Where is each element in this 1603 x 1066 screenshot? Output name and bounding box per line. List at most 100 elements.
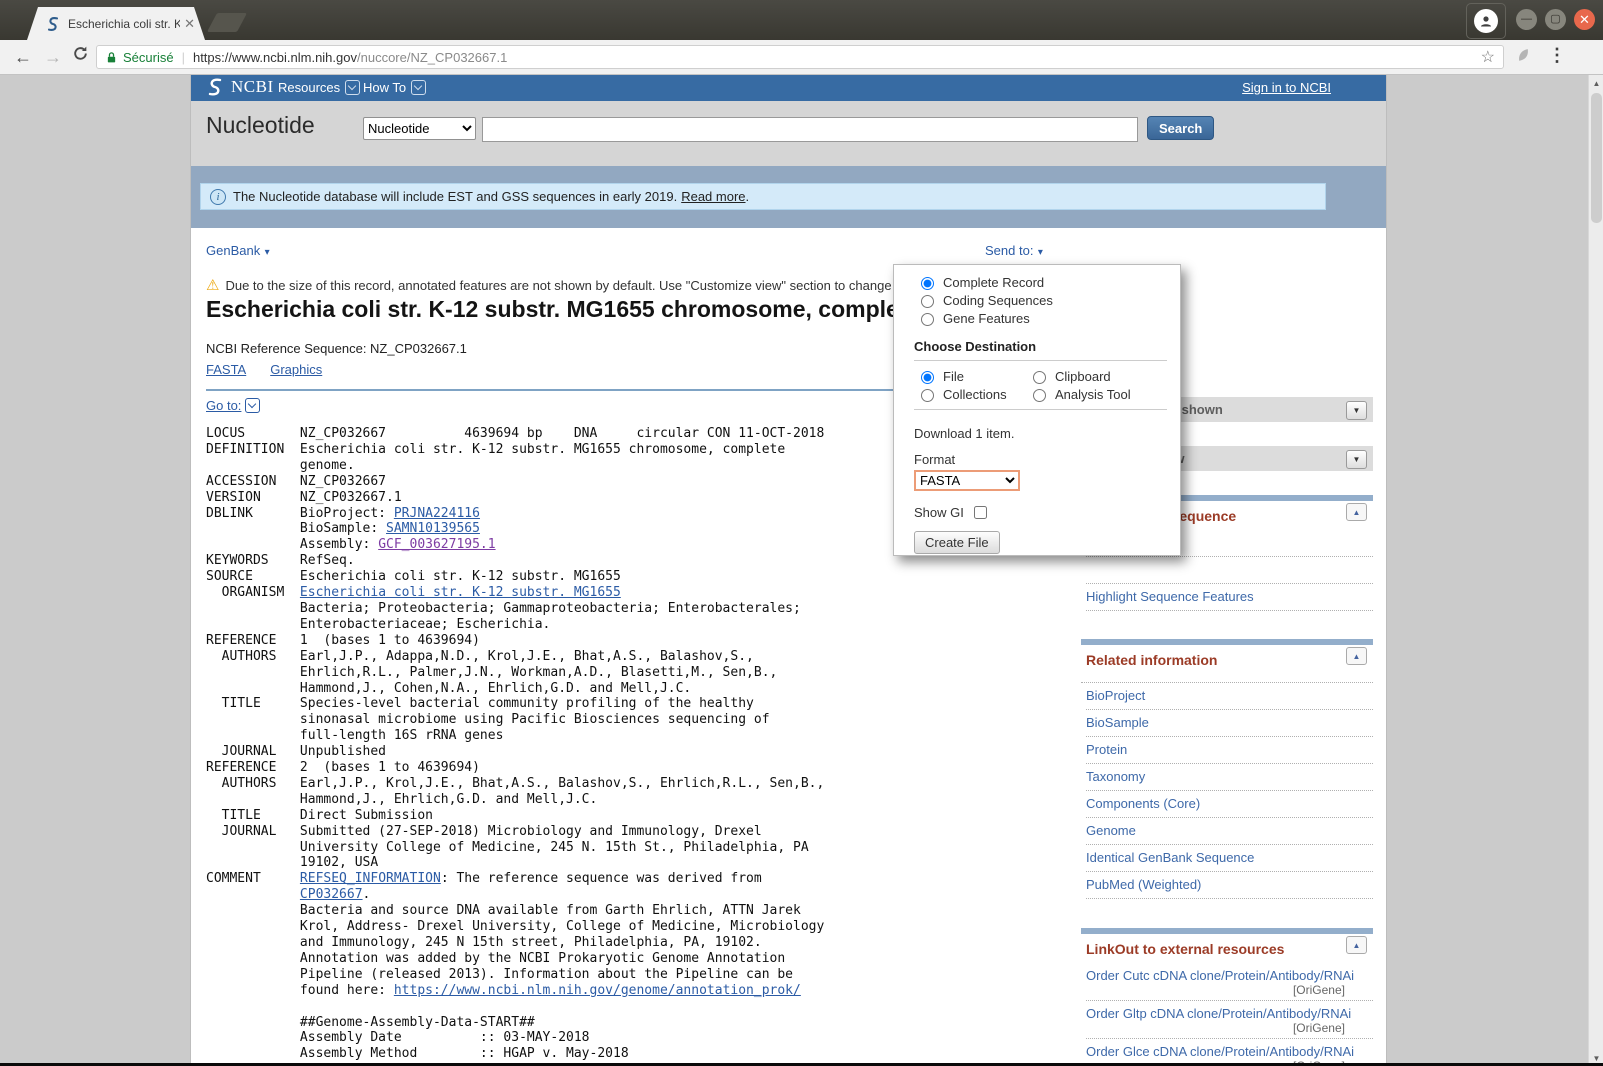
show-gi-checkbox[interactable] xyxy=(973,506,987,519)
choose-destination-heading: Choose Destination xyxy=(914,339,1037,354)
record-link[interactable]: Escherichia coli str. K-12 substr. MG165… xyxy=(300,585,621,600)
banner-period: . xyxy=(745,189,750,204)
linkout-item: Order Glce cDNA clone/Protein/Antibody/R… xyxy=(1086,1039,1373,1066)
radio-option-collections[interactable]: Collections xyxy=(916,385,1028,403)
radio-input[interactable] xyxy=(921,371,934,384)
extension-icon[interactable] xyxy=(1515,46,1532,70)
related-link[interactable]: Identical GenBank Sequence xyxy=(1086,850,1254,865)
related-link[interactable]: PubMed (Weighted) xyxy=(1086,877,1201,892)
radio-option-gene-features[interactable]: Gene Features xyxy=(916,309,1167,327)
related-link[interactable]: Taxonomy xyxy=(1086,769,1145,784)
radio-input[interactable] xyxy=(921,313,934,326)
related-link[interactable]: Protein xyxy=(1086,742,1127,757)
radio-input[interactable] xyxy=(1033,389,1046,402)
record-text: ORGANISM xyxy=(206,585,300,601)
record-text: LOCUS NZ_CP032667 4639694 bp DNA circula… xyxy=(206,426,825,441)
record-link[interactable]: https://www.ncbi.nlm.nih.gov/genome/anno… xyxy=(394,983,801,998)
radio-option-file[interactable]: File xyxy=(916,367,1028,385)
ncbi-logo[interactable]: NCBI xyxy=(204,77,274,97)
notice-banner-area: i The Nucleotide database will include E… xyxy=(191,166,1386,228)
related-link[interactable]: Components (Core) xyxy=(1086,796,1200,811)
avatar xyxy=(1474,9,1498,33)
radio-input[interactable] xyxy=(921,295,934,308)
send-to-dropdown[interactable]: Send to: ▾ xyxy=(985,242,1043,260)
linkout-link[interactable]: Order Gltp cDNA clone/Protein/Antibody/R… xyxy=(1086,1006,1373,1021)
portlet-expand-button[interactable]: ▼ xyxy=(1346,401,1367,420)
record-link[interactable]: CP032667 xyxy=(300,887,363,902)
section-related-information: Related information ▲ BioProject BioSampl… xyxy=(1081,639,1373,899)
section-collapse-button[interactable]: ▲ xyxy=(1346,503,1367,521)
database-select[interactable]: Nucleotide xyxy=(363,117,476,140)
forward-icon[interactable]: → xyxy=(44,45,62,69)
browser-tab-bar: Escherichia coli str. K-1 ✕ — ▢ ✕ xyxy=(0,0,1603,40)
radio-input[interactable] xyxy=(921,277,934,290)
maximize-window-button[interactable]: ▢ xyxy=(1545,9,1566,30)
new-tab-button[interactable] xyxy=(206,13,248,32)
vertical-scrollbar[interactable]: ▲ ▼ xyxy=(1588,75,1603,1066)
how-to-menu[interactable]: How To xyxy=(363,80,427,95)
record-link[interactable]: REFSEQ_INFORMATION xyxy=(300,871,441,886)
record-text: : The reference sequence was derived fro… xyxy=(440,871,762,887)
sign-in-link[interactable]: Sign in to NCBI xyxy=(1242,80,1331,95)
warning-text: Due to the size of this record, annotate… xyxy=(225,278,928,293)
back-icon[interactable]: ← xyxy=(14,45,32,69)
related-link[interactable]: BioSample xyxy=(1086,715,1149,730)
create-file-button[interactable]: Create File xyxy=(914,531,1000,554)
search-button[interactable]: Search xyxy=(1147,116,1215,140)
minimize-window-button[interactable]: — xyxy=(1516,9,1537,30)
radio-input[interactable] xyxy=(1033,371,1046,384)
record-text: AUTHORS Earl,J.P., Krol,J.E., Bhat,A.S.,… xyxy=(206,775,825,791)
browser-tab[interactable]: Escherichia coli str. K-1 ✕ xyxy=(27,7,205,40)
record-link[interactable]: SAMN10139565 xyxy=(386,521,480,536)
browser-profile-button[interactable] xyxy=(1466,3,1506,39)
browser-menu-icon[interactable]: ⋮ xyxy=(1548,43,1566,67)
graphics-link[interactable]: Graphics xyxy=(270,362,322,377)
format-select[interactable]: FASTA xyxy=(914,470,1020,491)
ncbi-helix-icon xyxy=(208,78,222,96)
section-collapse-button[interactable]: ▲ xyxy=(1346,647,1367,665)
fasta-link[interactable]: FASTA xyxy=(206,362,246,377)
record-text: Hammond,J., Cohen,N.A., Ehrlich,G.D. and… xyxy=(206,680,692,696)
related-link-row: Components (Core) xyxy=(1086,791,1373,818)
search-input[interactable] xyxy=(482,117,1138,142)
radio-option-clipboard[interactable]: Clipboard xyxy=(1028,367,1167,385)
tab-title: Escherichia coli str. K-1 xyxy=(68,16,181,31)
read-more-link[interactable]: Read more xyxy=(681,189,745,204)
scrollbar-thumb[interactable] xyxy=(1591,93,1602,223)
genbank-format-dropdown[interactable]: GenBank ▾ xyxy=(206,242,270,260)
lock-icon xyxy=(107,51,116,62)
record-link[interactable]: GCF_003627195.1 xyxy=(378,537,495,552)
record-text: BioSample: xyxy=(206,521,387,537)
info-icon: i xyxy=(210,188,226,205)
portlet-expand-button[interactable]: ▼ xyxy=(1346,450,1367,469)
bookmark-star-icon[interactable]: ☆ xyxy=(1481,47,1495,67)
record-text xyxy=(206,887,300,902)
chevron-down-icon[interactable] xyxy=(245,398,261,413)
record-text: Enterobacteriaceae; Escherichia. xyxy=(206,616,551,632)
record-text: COMMENT xyxy=(206,871,300,887)
radio-option-analysis-tool[interactable]: Analysis Tool xyxy=(1028,385,1167,403)
radio-option-coding-sequences[interactable]: Coding Sequences xyxy=(916,291,1167,309)
scroll-up-arrow[interactable]: ▲ xyxy=(1589,75,1603,91)
section-collapse-button[interactable]: ▲ xyxy=(1346,936,1367,954)
analyze-link[interactable]: Highlight Sequence Features xyxy=(1086,589,1254,604)
goto-link[interactable]: Go to: xyxy=(206,398,241,413)
linkout-item: Order Gltp cDNA clone/Protein/Antibody/R… xyxy=(1086,1001,1373,1039)
linkout-link[interactable]: Order Glce cDNA clone/Protein/Antibody/R… xyxy=(1086,1044,1373,1059)
close-window-button[interactable]: ✕ xyxy=(1574,9,1595,30)
record-text: sinonasal microbiome using Pacific Biosc… xyxy=(206,712,770,728)
reload-icon[interactable] xyxy=(72,44,89,68)
search-strip: Nucleotide Nucleotide Search Advanced He… xyxy=(191,101,1386,183)
radio-option-complete-record[interactable]: Complete Record xyxy=(916,273,1167,291)
related-link[interactable]: BioProject xyxy=(1086,688,1145,703)
url-bar[interactable]: Sécurisé | https://www.ncbi.nlm.nih.gov /… xyxy=(96,45,1504,69)
resources-menu[interactable]: Resources xyxy=(278,80,361,95)
radio-input[interactable] xyxy=(921,389,934,402)
related-link[interactable]: Genome xyxy=(1086,823,1136,838)
tab-close-icon[interactable]: ✕ xyxy=(184,17,195,30)
record-text: Pipeline (released 2013). Information ab… xyxy=(206,966,793,982)
resources-label: Resources xyxy=(278,80,341,95)
linkout-link[interactable]: Order Cutc cDNA clone/Protein/Antibody/R… xyxy=(1086,968,1373,983)
record-link[interactable]: PRJNA224116 xyxy=(394,506,480,521)
record-text: 19102, USA xyxy=(206,855,379,871)
